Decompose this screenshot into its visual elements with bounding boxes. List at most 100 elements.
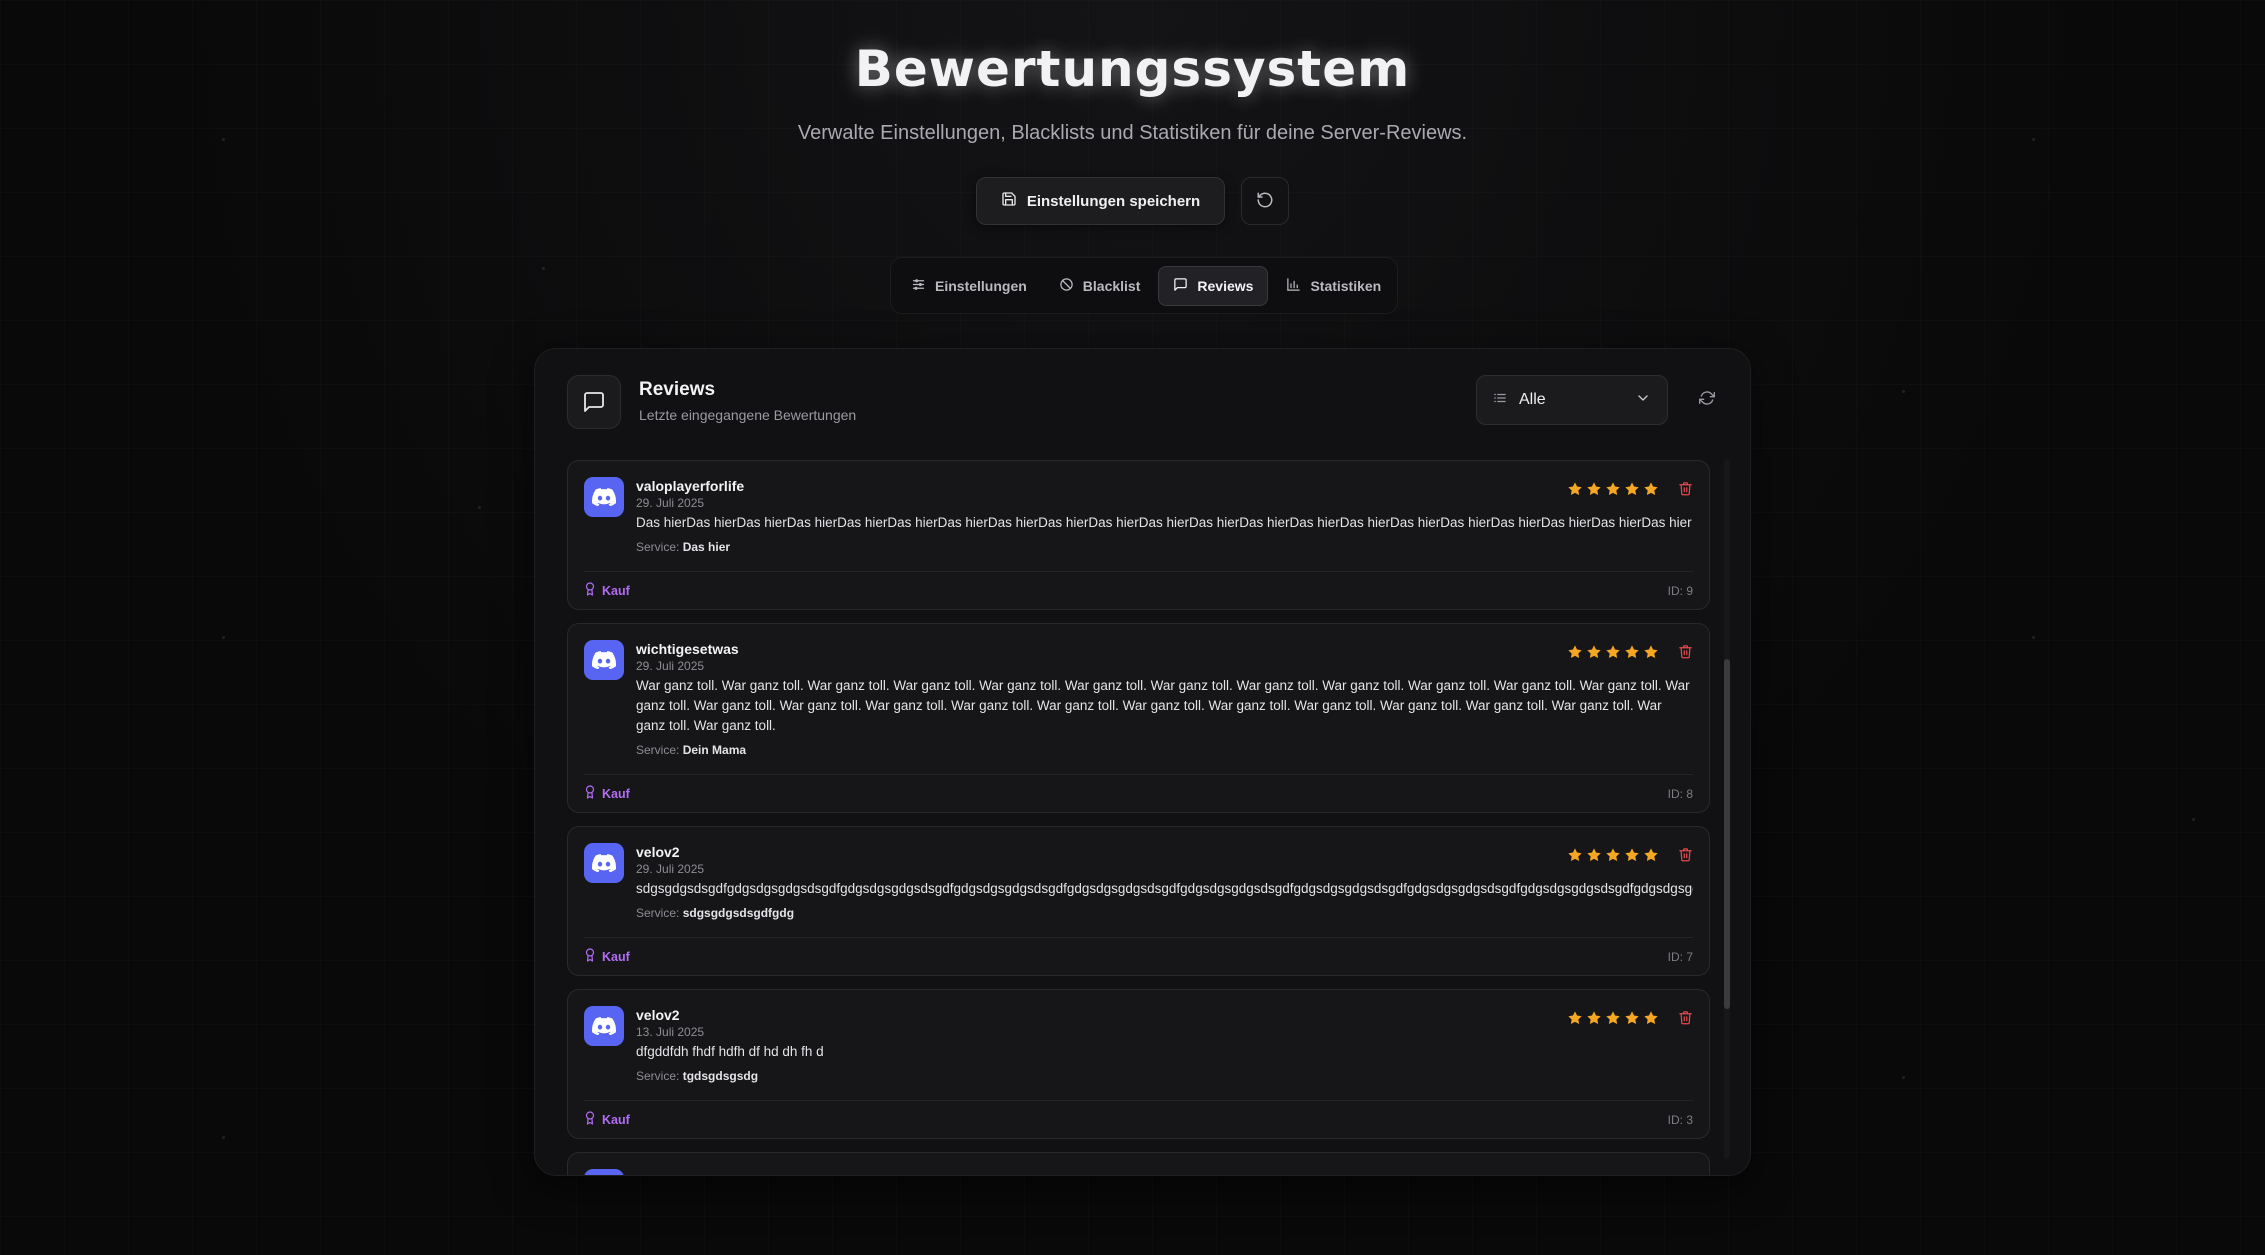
review-tag: Kauf [584,582,630,599]
discord-icon [584,477,624,517]
star-icon [1644,645,1658,658]
service-label: Service: [636,1069,680,1083]
delete-review-button[interactable] [1678,1010,1693,1030]
review-text: sdgsgdgsdsgdfgdgsdgsgdgsdsgdfgdgsdgsgdgs… [636,881,1693,896]
refresh-button[interactable] [1696,389,1718,411]
review-tag-label: Kauf [602,949,630,964]
star-icon [1606,645,1620,658]
bar-chart-icon [1286,277,1301,295]
background-dot [2032,636,2035,639]
trash-icon [1678,645,1693,663]
review-tag: Kauf [584,785,630,802]
tab-reviews[interactable]: Reviews [1158,265,1269,306]
star-icon [1568,645,1582,658]
header-actions: Einstellungen speichern [0,177,2265,225]
background-dot [222,1136,225,1139]
filter-value: Alle [1519,391,1546,408]
review-service: Service: Das hier [636,539,1693,555]
award-icon [584,1111,596,1128]
service-value: sdgsgdgsdsgdfgdg [682,906,795,920]
review-tag-label: Kauf [602,1112,630,1127]
review-date: 29. Juli 2025 [636,496,705,510]
refresh-icon [1699,390,1715,411]
review-username: velov2 [636,844,680,860]
panel-title: Reviews [639,379,716,400]
star-icon [1625,1011,1639,1024]
award-icon [584,948,596,965]
save-settings-button[interactable]: Einstellungen speichern [975,177,1226,225]
review-date: 29. Juli 2025 [636,659,705,673]
service-value: Das hier [682,540,731,554]
discord-icon [584,1169,624,1175]
tab-einstellungen[interactable]: Einstellungen [897,266,1041,306]
star-icon [1644,1011,1658,1024]
review-tag-label: Kauf [602,583,630,598]
review-text: Das hierDas hierDas hierDas hierDas hier… [636,515,1692,530]
delete-review-button[interactable] [1678,847,1693,867]
star-icon [1625,645,1639,658]
tab-label: Blacklist [1082,277,1141,294]
trash-icon [1678,482,1693,500]
background-dot [222,636,225,639]
page-subtitle: Verwalte Einstellungen, Blacklists und S… [797,122,1468,144]
review-date: 13. Juli 2025 [636,1025,705,1039]
background-dot [1902,1076,1905,1079]
trash-icon [1678,848,1693,866]
review-tag: Kauf [584,1111,630,1128]
service-label: Service: [636,540,680,554]
delete-review-button[interactable] [1678,644,1693,664]
review-tag: Kauf [584,948,630,965]
reviews-list: valoplayerforlife 29. Juli 2025 Das hier… [567,460,1710,1175]
review-text: dfgddfdh fhdf hdfh df hd dh fh d [636,1044,824,1059]
scrollbar-thumb[interactable] [1724,659,1730,1009]
tab-label: Statistiken [1310,277,1382,294]
delete-review-button[interactable] [1678,481,1693,501]
ban-icon [1059,277,1074,295]
tab-blacklist[interactable]: Blacklist [1045,266,1155,306]
discord-icon [584,640,624,680]
tab-label: Einstellungen [935,277,1027,294]
save-settings-label: Einstellungen speichern [1026,192,1201,210]
chevron-down-icon [1635,390,1651,411]
star-icon [1625,482,1639,495]
filter-select[interactable]: Alle [1476,375,1668,425]
star-rating [1567,481,1659,497]
review-id: ID: 8 [1667,786,1693,801]
star-icon [1568,482,1582,495]
review-id: ID: 9 [1667,583,1693,598]
panel-header: Reviews Letzte eingegangene Bewertungen … [567,375,1718,431]
reviews-panel: Reviews Letzte eingegangene Bewertungen … [534,348,1751,1176]
star-icon [1625,848,1639,861]
review-service: Service: Dein Mama [636,742,1693,758]
star-rating [1567,1010,1659,1026]
review-service: Service: tgdsgdsgsdg [636,1068,1693,1084]
rotate-ccw-icon [1256,191,1274,212]
review-card: wichtigesetwas 29. Juli 2025 War ganz to… [567,623,1710,813]
review-username: valoplayerforlife [636,478,745,494]
reset-button[interactable] [1241,177,1290,225]
review-username: wichtigesetwas [636,641,739,657]
scrollbar[interactable] [1724,459,1730,1159]
background-dot [478,506,481,509]
award-icon [584,785,596,802]
tab-label: Reviews [1197,277,1254,294]
star-icon [1587,1011,1601,1024]
review-card: velov2 13. Juli 2025 dfgddfdh fhdf hdfh … [567,989,1710,1139]
tab-statistiken[interactable]: Statistiken [1272,266,1395,306]
star-icon [1644,482,1658,495]
trash-icon [1678,1011,1693,1029]
service-label: Service: [636,743,680,757]
star-icon [1644,848,1658,861]
review-username: velov2 [636,1007,680,1023]
discord-icon [584,843,624,883]
sliders-icon [911,277,926,295]
star-icon [1606,848,1620,861]
review-date: 29. Juli 2025 [636,862,705,876]
background-dot [1902,390,1905,393]
review-card: velov2 29. Juli 2025 sdgsgdgsdsgdfgdgsdg… [567,826,1710,976]
star-icon [1606,482,1620,495]
star-icon [1587,482,1601,495]
service-value: tgdsgdsgsdg [682,1069,759,1083]
service-label: Service: [636,906,680,920]
tab-bar: Einstellungen Blacklist Reviews Statisti… [890,257,1398,314]
